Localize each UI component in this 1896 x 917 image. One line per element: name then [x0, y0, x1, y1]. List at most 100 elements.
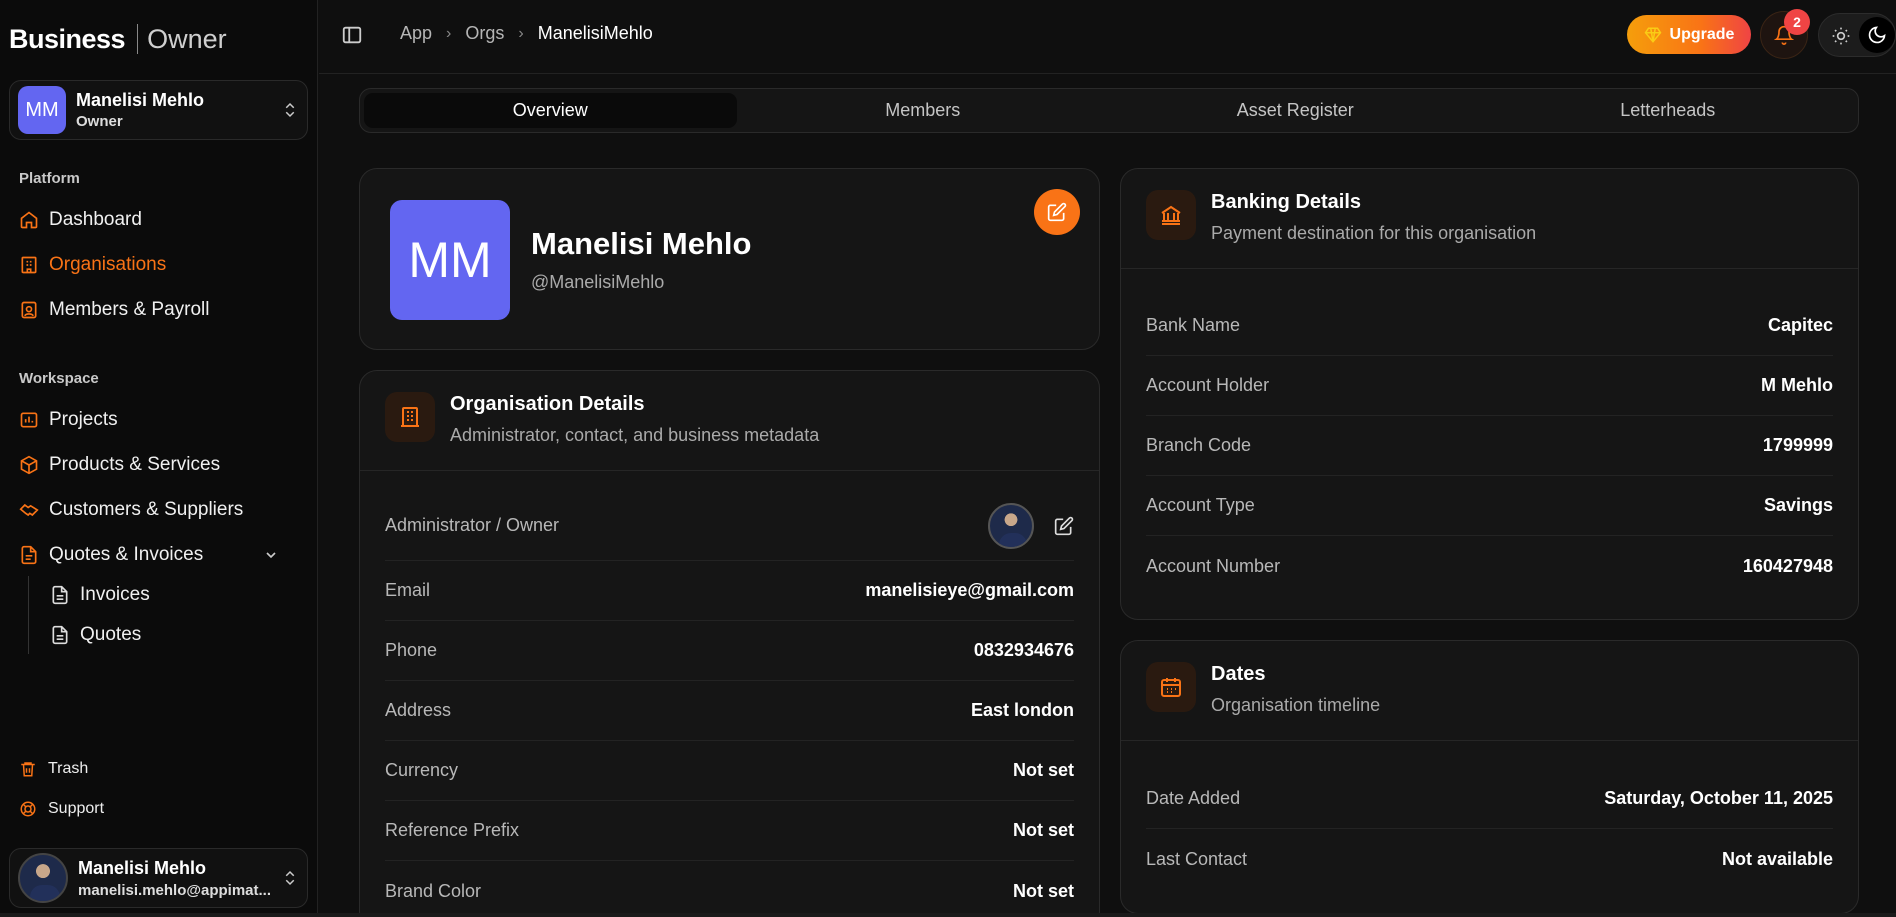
date-row-date-added: Date Added Saturday, October 11, 2025 [1146, 769, 1833, 829]
card-title: Organisation Details [450, 393, 645, 415]
edit-profile-button[interactable] [1034, 189, 1080, 235]
brand-divider [137, 24, 139, 54]
tab-members[interactable]: Members [737, 93, 1110, 128]
detail-value: Savings [1763, 495, 1833, 515]
sidebar-item-projects[interactable]: Projects [19, 405, 299, 435]
dark-mode-option[interactable] [1859, 17, 1895, 53]
bank-row-bank-name: Bank Name Capitec [1146, 296, 1833, 356]
sidebar-item-products-services[interactable]: Products & Services [19, 450, 299, 480]
org-switcher-name: Manelisi Mehlo [76, 90, 205, 110]
date-row-last-contact: Last Contact Not available [1146, 829, 1833, 889]
tab-overview[interactable]: Overview [364, 93, 737, 128]
sidebar-item-label: Dashboard [49, 209, 142, 230]
sidebar-item-trash[interactable]: Trash [19, 756, 88, 782]
edit-icon [1047, 202, 1067, 222]
owner-avatar[interactable] [988, 502, 1034, 549]
detail-value: 0832934676 [973, 640, 1074, 660]
user-menu[interactable]: Manelisi Mehlo manelisi.mehlo@appimat... [9, 848, 308, 908]
file-icon [52, 625, 68, 645]
sidebar-subitem-invoices[interactable]: Invoices [50, 580, 150, 610]
sidebar-item-members-payroll[interactable]: Members & Payroll [19, 295, 299, 325]
upgrade-button[interactable]: Upgrade [1627, 15, 1751, 54]
sidebar-item-organisations[interactable]: Organisations [19, 250, 299, 280]
building-icon [21, 256, 37, 274]
sidebar-subitem-quotes[interactable]: Quotes [50, 620, 141, 650]
detail-value: manelisieye@gmail.com [865, 580, 1074, 600]
breadcrumb-orgs[interactable]: Orgs [465, 23, 504, 44]
org-switcher-role: Owner [76, 113, 123, 130]
sidebar-item-support[interactable]: Support [19, 796, 104, 822]
section-label-platform: Platform [19, 170, 80, 187]
sidebar-toggle-icon[interactable] [341, 24, 363, 46]
dates-card: Dates Organisation timeline Date Added S… [1120, 640, 1859, 914]
bottom-scroll-strip [0, 913, 1896, 917]
sidebar-item-label: Products & Services [49, 454, 221, 475]
sidebar-subitem-label: Quotes [80, 624, 142, 645]
org-switcher-text: Manelisi Mehlo Owner [76, 90, 281, 130]
bank-row-account-number: Account Number 160427948 [1146, 536, 1833, 596]
detail-label: Date Added [1146, 788, 1241, 808]
tab-letterheads[interactable]: Letterheads [1482, 93, 1855, 128]
detail-label: Last Contact [1146, 848, 1248, 869]
detail-row-owner: Administrator / Owner [385, 491, 1074, 561]
bank-row-account-type: Account Type Savings [1146, 476, 1833, 536]
detail-label: Account Number [1146, 555, 1281, 576]
banking-details-card: Banking Details Payment destination for … [1120, 168, 1859, 620]
card-header: Organisation Details Administrator, cont… [360, 371, 1099, 471]
chevron-down-icon[interactable] [263, 547, 279, 563]
breadcrumb: App › Orgs › ManelisiMehlo [400, 23, 653, 44]
theme-toggle[interactable] [1818, 13, 1896, 57]
user-info: Manelisi Mehlo manelisi.mehlo@appimat... [78, 858, 281, 899]
sidebar-item-label: Members & Payroll [49, 299, 210, 320]
detail-value: 1799999 [1762, 435, 1833, 455]
detail-label: Phone [385, 640, 438, 660]
card-subtitle: Organisation timeline [1211, 695, 1381, 715]
sun-icon[interactable] [1831, 26, 1851, 46]
profile-name: Manelisi Mehlo [531, 226, 752, 261]
tab-bar: Overview Members Asset Register Letterhe… [359, 88, 1859, 133]
detail-label: Currency [385, 760, 459, 780]
detail-label: Administrator / Owner [385, 515, 560, 535]
detail-label: Branch Code [1146, 435, 1252, 455]
chevron-right-icon: › [518, 24, 524, 42]
sidebar-item-label: Trash [48, 760, 89, 777]
profile-card: MM Manelisi Mehlo @ManelisiMehlo [359, 168, 1100, 350]
user-email: manelisi.mehlo@appimat... [78, 881, 272, 899]
card-subtitle: Administrator, contact, and business met… [450, 425, 820, 445]
detail-label: Email [385, 580, 431, 600]
brand-primary: Business [9, 23, 126, 54]
org-switcher[interactable]: MM Manelisi Mehlo Owner [9, 80, 308, 140]
home-icon [20, 211, 38, 229]
sidebar-item-customers-suppliers[interactable]: Customers & Suppliers [19, 495, 299, 525]
brand-logo[interactable]: Business Owner [9, 24, 227, 54]
header-icon-box [1146, 190, 1196, 240]
detail-row-email: Email manelisieye@gmail.com [385, 561, 1074, 621]
file-icon [52, 585, 68, 605]
bank-icon [1161, 205, 1181, 225]
edit-icon[interactable] [1054, 516, 1074, 536]
calendar-icon [1161, 678, 1181, 697]
card-title: Dates [1211, 663, 1266, 685]
chevrons-up-down-icon [285, 102, 295, 118]
sidebar-subitem-label: Invoices [80, 584, 150, 605]
lifebuoy-icon [20, 801, 36, 817]
id-badge-icon [21, 301, 37, 319]
user-name: Manelisi Mehlo [78, 857, 207, 878]
sidebar-item-dashboard[interactable]: Dashboard [19, 205, 299, 235]
detail-value: Not set [1012, 820, 1074, 840]
chevrons-up-down-icon [285, 870, 295, 886]
chevron-right-icon: › [446, 24, 452, 42]
breadcrumb-app[interactable]: App [400, 23, 432, 44]
detail-row-phone: Phone 0832934676 [385, 621, 1074, 681]
sidebar-item-quotes-invoices[interactable]: Quotes & Invoices [19, 540, 299, 570]
sidebar-item-label: Quotes & Invoices [49, 544, 204, 565]
package-icon [20, 455, 38, 475]
bank-row-branch-code: Branch Code 1799999 [1146, 416, 1833, 476]
detail-row-reference-prefix: Reference Prefix Not set [385, 801, 1074, 861]
detail-label: Address [385, 700, 452, 720]
notification-count-badge: 2 [1784, 9, 1810, 35]
detail-value: Capitec [1767, 315, 1833, 335]
tab-asset-register[interactable]: Asset Register [1109, 93, 1482, 128]
submenu-guide-line [28, 576, 29, 654]
detail-label: Bank Name [1146, 315, 1241, 335]
